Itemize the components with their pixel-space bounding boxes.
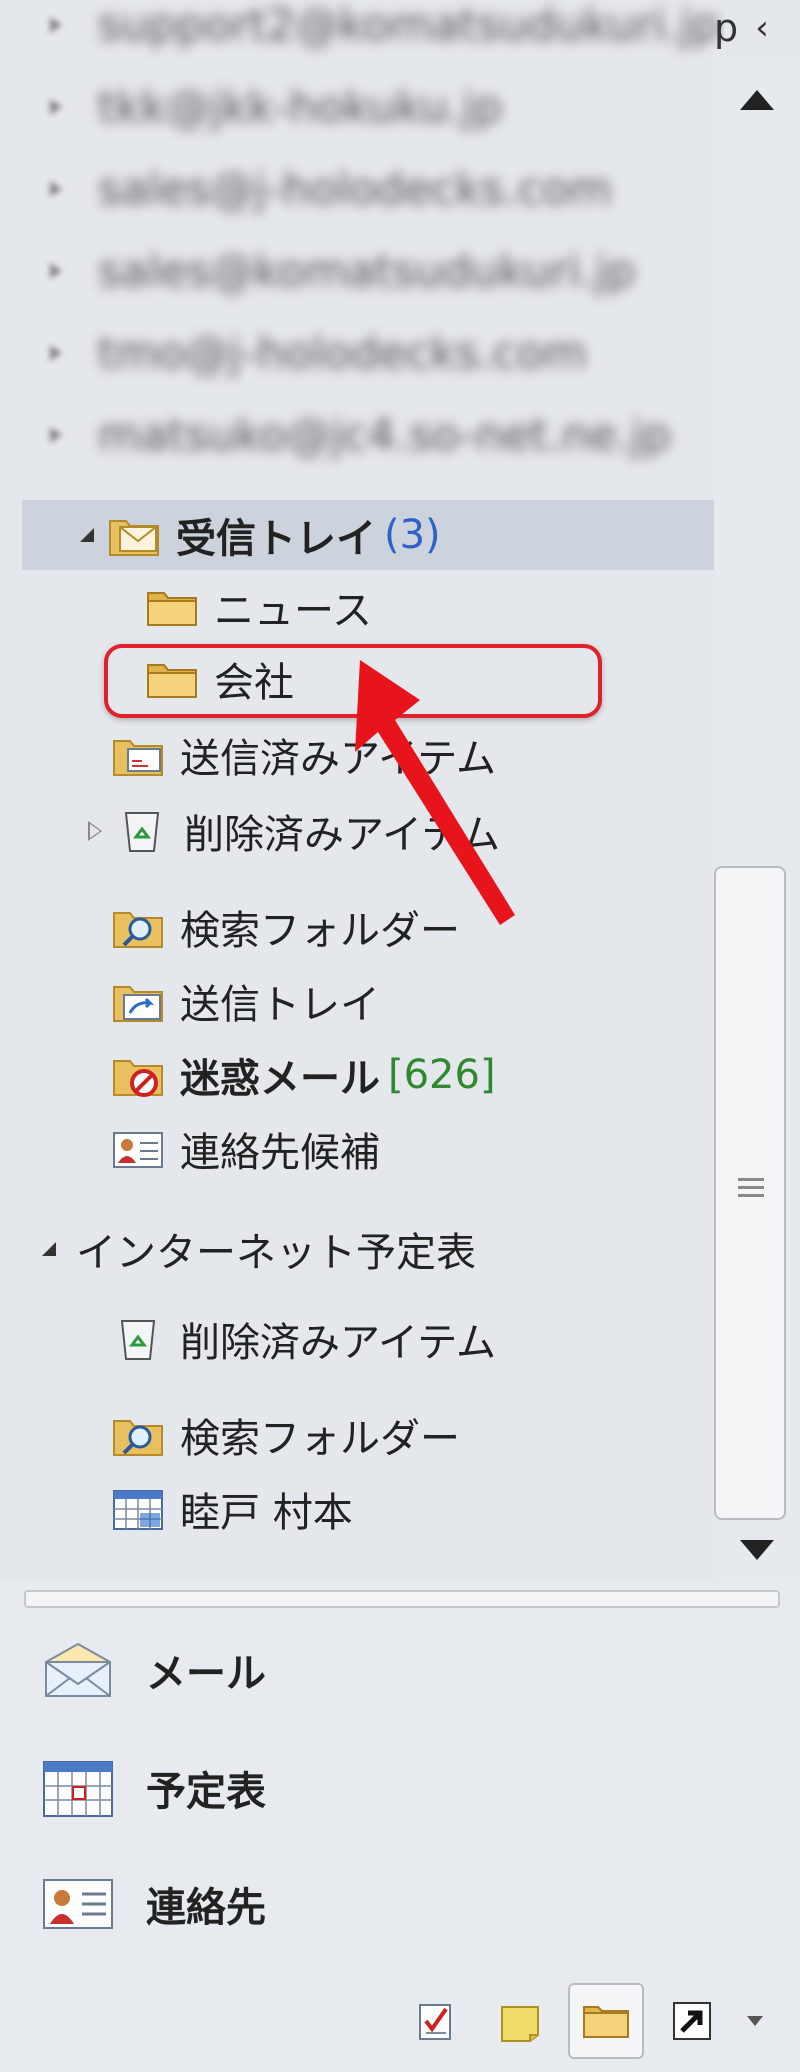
- folder-label: 迷惑メール: [180, 1056, 380, 1102]
- chevron-down-icon: [747, 2016, 763, 2026]
- search-folder-icon: [113, 1420, 163, 1456]
- folder-icon: [583, 2006, 629, 2038]
- tasks-button[interactable]: [400, 1985, 472, 2057]
- junk-mail-icon: [113, 1060, 163, 1097]
- folder-calendar-item[interactable]: 睦戸 村本: [110, 1474, 353, 1544]
- chevron-left-icon: ‹: [755, 8, 769, 48]
- annotation-arrow-icon: [355, 660, 515, 925]
- notes-icon: [501, 2006, 539, 2042]
- contact-card-icon: [113, 1132, 163, 1168]
- scroll-up-button[interactable]: [714, 70, 800, 130]
- collapse-arrow-icon[interactable]: [42, 1242, 56, 1256]
- folder-junk[interactable]: 迷惑メール [626]: [110, 1040, 496, 1110]
- folder-suggested-contacts[interactable]: 連絡先候補: [110, 1114, 380, 1184]
- group-internet-calendar[interactable]: インターネット予定表: [42, 1214, 476, 1284]
- shortcuts-button[interactable]: [656, 1985, 728, 2057]
- nav-label: 連絡先: [146, 1885, 266, 1931]
- nav-contacts-button[interactable]: 連絡先: [40, 1864, 266, 1944]
- scroll-up-icon: [740, 90, 774, 110]
- tasks-icon: [419, 2004, 451, 2040]
- calendar-icon: [43, 1761, 113, 1817]
- nav-calendar-button[interactable]: 予定表: [40, 1748, 266, 1828]
- nav-label: メール: [146, 1651, 266, 1697]
- contact-card-icon: [43, 1879, 113, 1929]
- header-fragment: p: [714, 6, 739, 50]
- group-label: インターネット予定表: [76, 1230, 476, 1276]
- nav-label: 予定表: [146, 1769, 266, 1815]
- mail-icon: [45, 1642, 111, 1697]
- scroll-down-button[interactable]: [714, 1520, 800, 1580]
- nav-toolbar: [400, 1980, 770, 2062]
- folder-pane: support2@komatsudukuri.jp tkk@jkk-hokuku…: [0, 0, 724, 1580]
- item-count: [626]: [388, 1052, 496, 1098]
- vertical-scrollbar[interactable]: [714, 56, 800, 1580]
- nav-mail-button[interactable]: メール: [40, 1630, 266, 1710]
- configure-buttons-dropdown[interactable]: [740, 1985, 770, 2057]
- folder-list-button[interactable]: [568, 1983, 644, 2059]
- folder-label: 連絡先候補: [180, 1130, 380, 1176]
- scrollbar-thumb[interactable]: [714, 866, 786, 1520]
- folder-label: 削除済みアイテム: [180, 1320, 496, 1366]
- shortcut-icon: [673, 2002, 711, 2040]
- calendar-icon: [113, 1490, 163, 1530]
- folder-calendar-deleted[interactable]: 削除済みアイテム: [110, 1304, 496, 1374]
- trash-icon: [120, 1320, 156, 1360]
- folder-calendar-search[interactable]: 検索フォルダー: [110, 1400, 460, 1470]
- folder-label: 検索フォルダー: [180, 1416, 460, 1462]
- folder-label: 睦戸 村本: [180, 1490, 353, 1536]
- scroll-down-icon: [740, 1540, 774, 1560]
- notes-button[interactable]: [484, 1985, 556, 2057]
- grip-icon: [738, 1178, 764, 1202]
- collapse-pane-button[interactable]: p ‹: [714, 0, 800, 56]
- pane-splitter[interactable]: [24, 1590, 780, 1608]
